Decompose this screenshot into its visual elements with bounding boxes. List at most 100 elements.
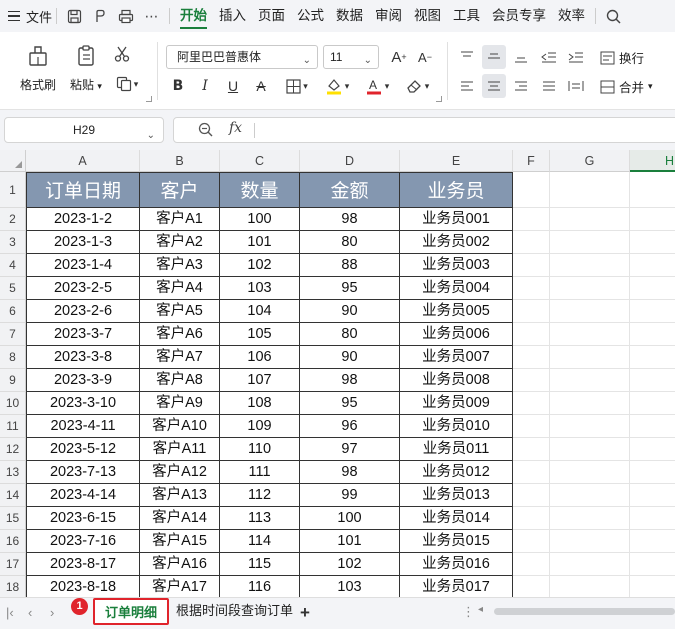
table-cell[interactable]: 102 — [300, 553, 400, 576]
horizontal-scrollbar[interactable] — [494, 608, 675, 615]
table-cell[interactable]: 110 — [220, 438, 300, 461]
table-cell[interactable]: 客户A6 — [140, 323, 220, 346]
decrease-indent-icon[interactable] — [537, 45, 561, 69]
table-cell[interactable]: 2023-8-18 — [26, 576, 140, 597]
strikethrough-icon[interactable]: A — [249, 74, 273, 98]
font-size-select[interactable]: 11 ⌄ — [323, 45, 379, 69]
sheet-tab-order-details[interactable]: 订单明细 — [93, 598, 170, 625]
column-header-g[interactable]: G — [550, 150, 630, 172]
table-cell[interactable]: 2023-8-17 — [26, 553, 140, 576]
column-header-b[interactable]: B — [140, 150, 220, 172]
font-color-button[interactable]: A ▾ — [360, 74, 394, 98]
column-header-a[interactable]: A — [26, 150, 140, 172]
table-cell[interactable]: 101 — [300, 530, 400, 553]
row-header[interactable]: 12 — [0, 438, 26, 461]
bold-icon[interactable]: B — [166, 74, 190, 98]
sheet-tab-query-by-period[interactable]: 根据时间段查询订单 — [166, 598, 303, 625]
align-top-icon[interactable] — [455, 45, 479, 69]
table-cell[interactable]: 108 — [220, 392, 300, 415]
underline-icon[interactable]: U — [221, 74, 245, 98]
formula-input[interactable]: fx — [173, 117, 675, 143]
row-header[interactable]: 14 — [0, 484, 26, 507]
clipboard-launcher-icon[interactable] — [146, 96, 152, 102]
table-cell[interactable]: 103 — [300, 576, 400, 597]
column-header-d[interactable]: D — [300, 150, 400, 172]
increase-font-icon[interactable]: A + — [387, 45, 411, 69]
table-cell[interactable]: 客户A11 — [140, 438, 220, 461]
tab-efficiency[interactable]: 效率 — [552, 0, 591, 32]
table-cell[interactable]: 2023-1-2 — [26, 208, 140, 231]
menu-icon[interactable] — [8, 10, 20, 22]
table-cell[interactable]: 客户A10 — [140, 415, 220, 438]
row-header[interactable]: 3 — [0, 231, 26, 254]
more-icon[interactable]: ⋯ — [139, 3, 165, 29]
table-cell[interactable]: 104 — [220, 300, 300, 323]
table-cell[interactable]: 97 — [300, 438, 400, 461]
font-name-select[interactable]: 阿里巴巴普惠体 ⌄ — [166, 45, 318, 69]
tab-home[interactable]: 开始 — [174, 0, 213, 32]
first-sheet-icon[interactable]: |‹ — [6, 605, 14, 620]
table-cell[interactable]: 客户A7 — [140, 346, 220, 369]
row-header[interactable]: 9 — [0, 369, 26, 392]
header-amount[interactable]: 金额 — [300, 172, 400, 208]
table-cell[interactable]: 115 — [220, 553, 300, 576]
table-cell[interactable]: 114 — [220, 530, 300, 553]
table-cell[interactable]: 98 — [300, 461, 400, 484]
clear-button[interactable]: ▾ — [400, 74, 434, 98]
font-launcher-icon[interactable] — [436, 96, 442, 102]
tab-review[interactable]: 审阅 — [369, 0, 408, 32]
table-cell[interactable]: 客户A8 — [140, 369, 220, 392]
table-cell[interactable]: 业务员004 — [400, 277, 513, 300]
row-header[interactable]: 16 — [0, 530, 26, 553]
align-right-icon[interactable] — [509, 74, 533, 98]
table-cell[interactable]: 99 — [300, 484, 400, 507]
table-cell[interactable]: 业务员003 — [400, 254, 513, 277]
scroll-left-icon[interactable]: ◂ — [478, 604, 483, 615]
table-cell[interactable]: 客户A3 — [140, 254, 220, 277]
table-cell[interactable]: 客户A4 — [140, 277, 220, 300]
align-left-icon[interactable] — [455, 74, 479, 98]
table-cell[interactable]: 客户A9 — [140, 392, 220, 415]
next-sheet-icon[interactable]: › — [50, 605, 54, 620]
row-header[interactable]: 8 — [0, 346, 26, 369]
table-cell[interactable]: 88 — [300, 254, 400, 277]
table-cell[interactable]: 客户A17 — [140, 576, 220, 597]
table-cell[interactable]: 2023-7-16 — [26, 530, 140, 553]
table-cell[interactable]: 2023-3-9 — [26, 369, 140, 392]
table-cell[interactable]: 103 — [220, 277, 300, 300]
table-cell[interactable]: 113 — [220, 507, 300, 530]
table-cell[interactable]: 业务员009 — [400, 392, 513, 415]
distribute-icon[interactable] — [564, 74, 588, 98]
table-cell[interactable]: 116 — [220, 576, 300, 597]
tab-page[interactable]: 页面 — [252, 0, 291, 32]
name-box[interactable]: H29 ⌄ — [4, 117, 164, 143]
table-cell[interactable]: 业务员011 — [400, 438, 513, 461]
table-cell[interactable]: 105 — [220, 323, 300, 346]
table-cell[interactable]: 业务员010 — [400, 415, 513, 438]
row-header[interactable]: 11 — [0, 415, 26, 438]
table-cell[interactable]: 80 — [300, 231, 400, 254]
table-cell[interactable]: 2023-6-15 — [26, 507, 140, 530]
justify-icon[interactable] — [537, 74, 561, 98]
table-cell[interactable]: 112 — [220, 484, 300, 507]
row-header[interactable]: 5 — [0, 277, 26, 300]
prev-sheet-icon[interactable]: ‹ — [28, 605, 32, 620]
table-cell[interactable]: 80 — [300, 323, 400, 346]
table-cell[interactable]: 100 — [300, 507, 400, 530]
column-header-h[interactable]: H — [630, 150, 675, 172]
fill-color-button[interactable]: ▾ — [320, 74, 354, 98]
italic-icon[interactable]: I — [193, 74, 217, 98]
tab-tools[interactable]: 工具 — [447, 0, 486, 32]
table-cell[interactable]: 客户A13 — [140, 484, 220, 507]
table-cell[interactable]: 业务员013 — [400, 484, 513, 507]
merge-button[interactable]: 合并 ▾ — [600, 77, 653, 96]
header-salesperson[interactable]: 业务员 — [400, 172, 513, 208]
table-cell[interactable]: 客户A1 — [140, 208, 220, 231]
table-cell[interactable]: 业务员012 — [400, 461, 513, 484]
table-cell[interactable]: 2023-3-8 — [26, 346, 140, 369]
zoom-icon[interactable] — [198, 122, 213, 140]
row-header[interactable]: 6 — [0, 300, 26, 323]
decrease-font-icon[interactable]: A − — [413, 45, 437, 69]
table-cell[interactable]: 客户A14 — [140, 507, 220, 530]
table-cell[interactable]: 业务员002 — [400, 231, 513, 254]
